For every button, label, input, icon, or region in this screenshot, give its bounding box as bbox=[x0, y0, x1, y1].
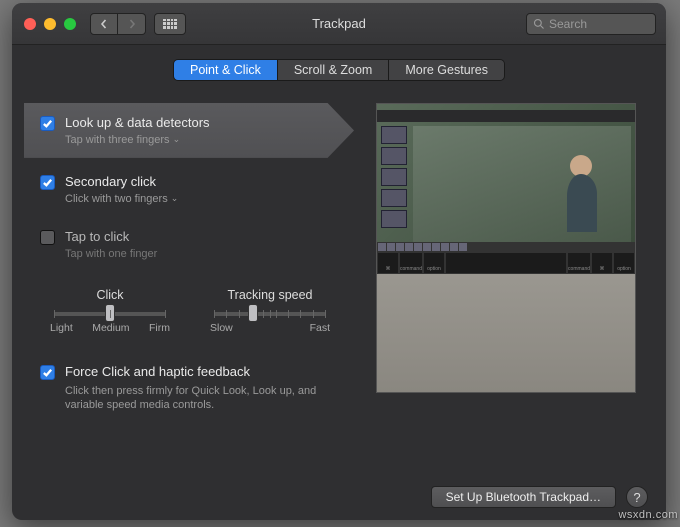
options-column: Look up & data detectors Tap with three … bbox=[32, 103, 356, 413]
content-area: Look up & data detectors Tap with three … bbox=[12, 81, 666, 413]
footer: Set Up Bluetooth Trackpad… ? bbox=[431, 486, 648, 508]
help-button[interactable]: ? bbox=[626, 486, 648, 508]
key: command bbox=[567, 252, 591, 274]
window-title: Trackpad bbox=[312, 16, 366, 31]
option-force-click[interactable]: Force Click and haptic feedback Click th… bbox=[40, 364, 356, 414]
chevron-down-icon: ⌄ bbox=[173, 134, 181, 145]
secondary-checkbox[interactable] bbox=[40, 175, 55, 190]
back-button[interactable] bbox=[90, 13, 118, 35]
search-input[interactable]: Search bbox=[526, 13, 656, 35]
preview-column: ⌘ command option command ⌘ option bbox=[376, 103, 646, 413]
window-controls bbox=[24, 18, 76, 30]
lookup-subtitle[interactable]: Tap with three fingers⌄ bbox=[65, 134, 210, 146]
option-secondary-click[interactable]: Secondary click Click with two fingers⌄ bbox=[32, 164, 356, 215]
spacebar-key bbox=[445, 252, 567, 274]
click-slider-box: Click Light Medium Firm bbox=[50, 288, 170, 334]
click-slider[interactable] bbox=[54, 312, 166, 316]
option-tap-to-click[interactable]: Tap to click Tap with one finger bbox=[32, 219, 356, 270]
click-max: Firm bbox=[149, 322, 170, 334]
preview-keyboard: ⌘ command option command ⌘ option bbox=[377, 252, 635, 274]
tab-scroll-zoom[interactable]: Scroll & Zoom bbox=[278, 60, 390, 80]
key: ⌘ bbox=[377, 252, 399, 274]
click-slider-label: Click bbox=[50, 288, 170, 302]
preview-dock bbox=[377, 242, 635, 252]
show-all-button[interactable] bbox=[154, 13, 186, 35]
tracking-slider-label: Tracking speed bbox=[210, 288, 330, 302]
search-placeholder: Search bbox=[549, 17, 587, 31]
grid-icon bbox=[163, 19, 177, 29]
chevron-down-icon: ⌄ bbox=[171, 193, 179, 204]
preview-laptop-body bbox=[377, 274, 635, 392]
force-desc: Click then press firmly for Quick Look, … bbox=[65, 384, 335, 414]
chevron-right-icon bbox=[127, 19, 137, 29]
tab-bar: Point & Click Scroll & Zoom More Gesture… bbox=[12, 59, 666, 81]
tab-point-click[interactable]: Point & Click bbox=[174, 60, 278, 80]
close-icon[interactable] bbox=[24, 18, 36, 30]
person-icon bbox=[541, 144, 613, 234]
gesture-preview: ⌘ command option command ⌘ option bbox=[376, 103, 636, 393]
key: command bbox=[399, 252, 423, 274]
click-mid: Medium bbox=[92, 322, 129, 334]
preview-screen bbox=[377, 104, 635, 252]
tracking-max: Fast bbox=[310, 322, 330, 334]
trackpad-preferences-window: Trackpad Search Point & Click Scroll & Z… bbox=[12, 3, 666, 520]
lookup-title: Look up & data detectors bbox=[65, 115, 210, 132]
tap-subtitle: Tap with one finger bbox=[65, 248, 157, 260]
minimize-icon[interactable] bbox=[44, 18, 56, 30]
key: option bbox=[613, 252, 635, 274]
tracking-slider-knob[interactable] bbox=[248, 304, 258, 322]
search-icon bbox=[533, 18, 545, 30]
tap-checkbox[interactable] bbox=[40, 230, 55, 245]
key: option bbox=[423, 252, 445, 274]
forward-button[interactable] bbox=[118, 13, 146, 35]
chevron-left-icon bbox=[99, 19, 109, 29]
titlebar: Trackpad Search bbox=[12, 3, 666, 45]
watermark: wsxdn.com bbox=[618, 509, 678, 521]
force-checkbox[interactable] bbox=[40, 365, 55, 380]
tracking-slider[interactable] bbox=[214, 312, 326, 316]
sliders-row: Click Light Medium Firm Tracking speed bbox=[50, 288, 356, 334]
tab-more-gestures[interactable]: More Gestures bbox=[389, 60, 504, 80]
tracking-min: Slow bbox=[210, 322, 233, 334]
secondary-title: Secondary click bbox=[65, 174, 178, 191]
preview-thumbnails bbox=[381, 126, 407, 228]
preview-photo bbox=[413, 126, 631, 242]
secondary-subtitle[interactable]: Click with two fingers⌄ bbox=[65, 193, 178, 205]
click-min: Light bbox=[50, 322, 73, 334]
setup-bluetooth-button[interactable]: Set Up Bluetooth Trackpad… bbox=[431, 486, 616, 508]
tracking-slider-box: Tracking speed Slow Fast bbox=[210, 288, 330, 334]
lookup-checkbox[interactable] bbox=[40, 116, 55, 131]
click-slider-knob[interactable] bbox=[105, 304, 115, 322]
tap-title: Tap to click bbox=[65, 229, 157, 246]
nav-buttons bbox=[90, 13, 146, 35]
key: ⌘ bbox=[591, 252, 613, 274]
force-title: Force Click and haptic feedback bbox=[65, 364, 335, 381]
option-lookup[interactable]: Look up & data detectors Tap with three … bbox=[24, 103, 354, 158]
zoom-icon[interactable] bbox=[64, 18, 76, 30]
